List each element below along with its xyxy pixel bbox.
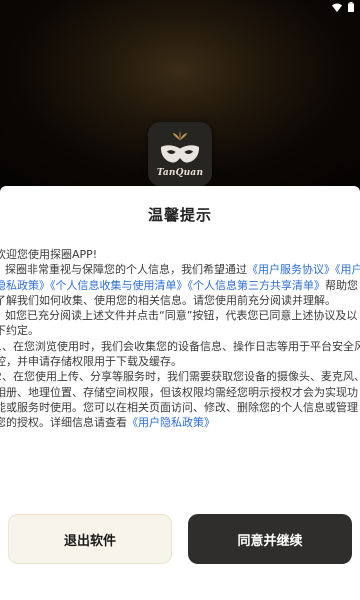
policy-text: 欢迎您使用探圈APP! 探圈非常重视与保障您的个人信息，我们希望通过《用户服务协… (0, 247, 360, 431)
app-logo: TanQuan (148, 122, 212, 186)
policy-paragraph-1: 探圈非常重视与保障您的个人信息，我们希望通过《用户服务协议》《用户隐私政策》《个… (0, 262, 360, 308)
privacy-dialog: 温馨提示 欢迎您使用探圈APP! 探圈非常重视与保障您的个人信息，我们希望通过《… (0, 186, 360, 600)
policy-paragraph-2: 如您已充分阅读上述文件并点击“同意”按钮，代表您已同意上述协议及以下约定。 (0, 309, 358, 338)
link-user-service-agreement[interactable]: 《用户服务协议》 (247, 263, 335, 276)
policy-paragraph-3: 1、在您浏览使用时，我们会收集您的设备信息、操作日志等用于平台安全风控，并申请存… (0, 339, 360, 369)
link-info-collection-list[interactable]: 《个人信息收集与使用清单》 (50, 279, 188, 292)
agree-continue-button[interactable]: 同意并继续 (188, 514, 352, 564)
exit-app-button[interactable]: 退出软件 (8, 514, 172, 564)
paragraph-1-prefix: 探圈非常重视与保障您的个人信息，我们希望通过 (5, 263, 247, 277)
policy-paragraph-4: 2、在您使用上传、分享等服务时，我们需要获取您设备的摄像头、麦克风、相册、地理位… (0, 369, 360, 430)
link-privacy-policy-detail[interactable]: 《用户隐私政策》 (127, 416, 215, 429)
app-logo-text: TanQuan (156, 168, 204, 178)
dialog-title: 温馨提示 (147, 206, 212, 224)
wifi-icon (332, 3, 342, 12)
link-third-party-sharing-list[interactable]: 《个人信息第三方共享清单》 (188, 279, 326, 292)
status-bar (332, 2, 354, 12)
greeting-text: 欢迎您使用探圈APP! (0, 248, 98, 261)
battery-icon (348, 2, 354, 12)
